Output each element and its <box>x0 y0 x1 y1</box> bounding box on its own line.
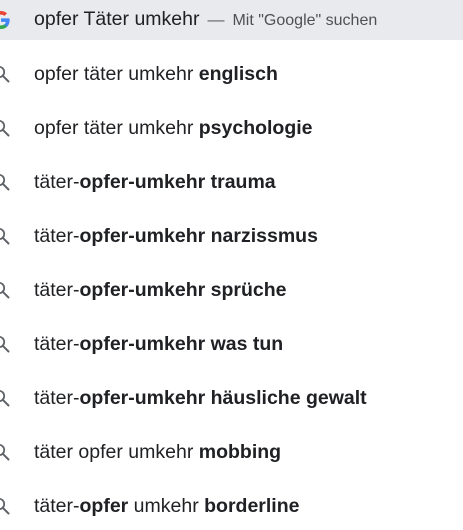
suggestion-item[interactable]: opfer täter umkehr englisch <box>0 47 463 101</box>
suggestion-item[interactable]: täter-opfer-umkehr sprüche <box>0 263 463 317</box>
suggestion-item[interactable]: täter opfer umkehr mobbing <box>0 425 463 479</box>
search-icon <box>0 227 10 245</box>
suggestion-normal-part: täter- <box>34 495 80 517</box>
search-with-google-hint: Mit "Google" suchen <box>232 12 378 29</box>
autocomplete-dropdown: opfer Täter umkehr — Mit "Google" suchen o… <box>0 0 463 530</box>
suggestion-normal-part: opfer täter umkehr <box>34 63 199 85</box>
suggestion-text: täter-opfer-umkehr sprüche <box>34 277 286 303</box>
search-icon <box>0 119 10 137</box>
suggestion-item[interactable]: täter-opfer-umkehr was tun <box>0 317 463 371</box>
google-g-icon <box>0 11 10 29</box>
suggestion-bold-part: mobbing <box>198 441 282 463</box>
search-with-google-row[interactable]: opfer Täter umkehr — Mit "Google" suchen <box>0 0 463 40</box>
search-icon <box>0 65 10 83</box>
suggestion-bold-part: opfer-umkehr trauma <box>79 171 276 193</box>
suggestion-normal-part: täter- <box>34 279 80 301</box>
suggestion-normal-part: täter- <box>34 225 80 247</box>
google-row-text: opfer Täter umkehr — Mit "Google" suchen <box>34 6 377 34</box>
search-icon <box>0 443 10 461</box>
suggestion-text: täter-opfer-umkehr trauma <box>34 169 276 195</box>
suggestion-text: täter-opfer-umkehr häusliche gewalt <box>34 385 367 411</box>
suggestion-bold-part: opfer-umkehr was tun <box>79 333 284 355</box>
suggestion-bold-part: borderline <box>204 495 300 517</box>
suggestion-bold-part: opfer <box>79 495 129 517</box>
suggestion-item[interactable]: täter-opfer-umkehr trauma <box>0 155 463 209</box>
search-icon <box>0 389 10 407</box>
suggestion-bold-part: opfer-umkehr häusliche gewalt <box>79 387 367 409</box>
search-icon <box>0 335 10 353</box>
suggestion-bold-part: opfer-umkehr sprüche <box>79 279 287 301</box>
suggestion-item[interactable]: täter-opfer-umkehr häusliche gewalt <box>0 371 463 425</box>
suggestion-text: täter-opfer-umkehr narzissmus <box>34 223 318 249</box>
suggestion-bold-part: psychologie <box>198 117 313 139</box>
suggestion-normal-part: opfer täter umkehr <box>34 117 199 139</box>
suggestion-text: täter-opfer-umkehr was tun <box>34 331 283 357</box>
suggestion-text: täter-opfer umkehr borderline <box>34 493 299 519</box>
suggestion-item[interactable]: täter-opfer umkehr borderline <box>0 479 463 530</box>
suggestion-text: täter opfer umkehr mobbing <box>34 439 281 465</box>
suggestion-normal-part: täter- <box>34 387 80 409</box>
suggestion-normal-part: umkehr <box>128 495 205 517</box>
suggestion-item[interactable]: opfer täter umkehr psychologie <box>0 101 463 155</box>
typed-query: opfer Täter umkehr <box>34 8 200 30</box>
suggestion-bold-part: englisch <box>198 63 278 85</box>
suggestion-text: opfer täter umkehr psychologie <box>34 115 313 141</box>
search-icon <box>0 497 10 515</box>
suggestion-item[interactable]: täter-opfer-umkehr narzissmus <box>0 209 463 263</box>
search-icon <box>0 281 10 299</box>
suggestion-bold-part: opfer-umkehr narzissmus <box>79 225 318 247</box>
suggestion-text: opfer täter umkehr englisch <box>34 61 278 87</box>
search-icon <box>0 173 10 191</box>
suggestion-normal-part: täter opfer umkehr <box>34 441 199 463</box>
suggestion-normal-part: täter- <box>34 333 80 355</box>
separator: — <box>207 10 225 29</box>
suggestion-normal-part: täter- <box>34 171 80 193</box>
